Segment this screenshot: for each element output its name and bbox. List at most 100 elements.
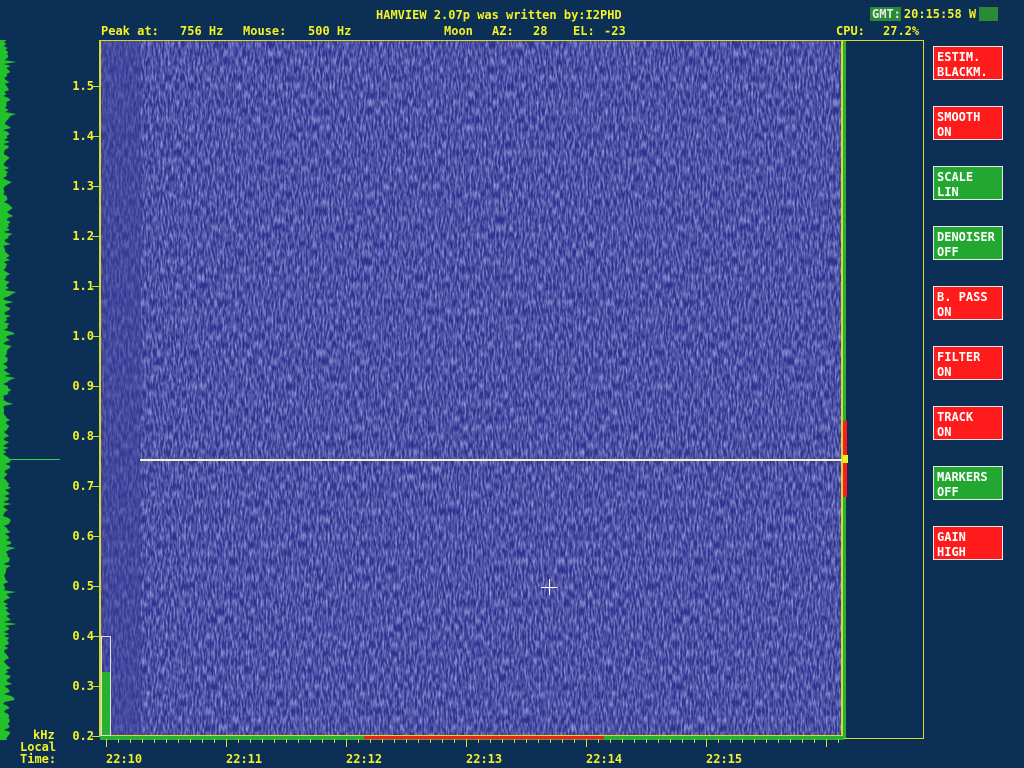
- time-tick-mark: [202, 739, 203, 743]
- side-level-panel: [842, 40, 924, 739]
- gain-button[interactable]: GAIN HIGH: [933, 526, 1003, 560]
- frequency-tick-mark: [92, 586, 100, 587]
- denoiser-button-state: OFF: [937, 245, 959, 259]
- time-tick-mark: [130, 739, 131, 743]
- gain-button-state: HIGH: [937, 545, 966, 559]
- peak-label: Peak at:: [101, 24, 159, 38]
- scale-button[interactable]: SCALE LIN: [933, 166, 1003, 200]
- bpass-button-state: ON: [937, 305, 952, 319]
- time-tick-mark: [358, 739, 359, 743]
- time-tick-mark: [190, 739, 191, 743]
- time-tick-mark: [418, 739, 419, 743]
- frequency-tick-mark: [92, 386, 100, 387]
- time-tick-mark: [442, 739, 443, 743]
- frequency-tick-label: 0.7: [72, 479, 94, 493]
- time-tick-mark: [646, 739, 647, 743]
- denoiser-button[interactable]: DENOISER OFF: [933, 226, 1003, 260]
- frequency-tick-label: 1.3: [72, 179, 94, 193]
- filter-button[interactable]: FILTER ON: [933, 346, 1003, 380]
- estim-button[interactable]: ESTIM. BLACKM.: [933, 46, 1003, 80]
- track-button[interactable]: TRACK ON: [933, 406, 1003, 440]
- time-tick-mark: [670, 739, 671, 743]
- frequency-tick-mark: [92, 336, 100, 337]
- denoiser-button-label: DENOISER: [937, 230, 995, 244]
- time-tick-mark: [262, 739, 263, 743]
- time-tick-mark: [826, 739, 827, 747]
- time-tick-mark: [838, 739, 839, 743]
- frequency-tick-mark: [92, 86, 100, 87]
- time-tick-mark: [778, 739, 779, 743]
- time-tick-mark: [322, 739, 323, 743]
- time-tick-mark: [394, 739, 395, 743]
- markers-button[interactable]: MARKERS OFF: [933, 466, 1003, 500]
- waterfall-display[interactable]: [100, 40, 842, 736]
- time-tick-mark: [790, 739, 791, 743]
- track-button-label: TRACK: [937, 410, 974, 424]
- time-tick-mark: [238, 739, 239, 743]
- side-peak-marker: [843, 455, 848, 463]
- spectrum-profile-trace: [0, 40, 17, 740]
- markers-button-label: MARKERS: [937, 470, 988, 484]
- time-tick-mark: [274, 739, 275, 743]
- peak-marker-line: [10, 459, 60, 460]
- time-tick-mark: [562, 739, 563, 743]
- time-tick-mark: [586, 739, 587, 747]
- time-tick-mark: [454, 739, 455, 743]
- time-tick-mark: [514, 739, 515, 743]
- frequency-tick-label: 0.2: [72, 729, 94, 743]
- frequency-tick-label: 1.1: [72, 279, 94, 293]
- app-title: HAMVIEW 2.07p was written by:I2PHD: [376, 8, 622, 22]
- time-tick-mark: [466, 739, 467, 747]
- time-tick-mark: [226, 739, 227, 747]
- frequency-tick-label: 0.8: [72, 429, 94, 443]
- spectrum-profile: [0, 40, 17, 740]
- gain-button-label: GAIN: [937, 530, 966, 544]
- time-tick-mark: [502, 739, 503, 743]
- time-tick-mark: [766, 739, 767, 743]
- cpu-label: CPU:: [836, 24, 865, 38]
- time-label: Time:: [20, 752, 57, 766]
- el-value: -23: [604, 24, 626, 38]
- smooth-button[interactable]: SMOOTH ON: [933, 106, 1003, 140]
- frequency-tick-mark: [92, 286, 100, 287]
- crosshair-cursor-v: [549, 579, 550, 595]
- time-tick-mark: [526, 739, 527, 743]
- frequency-tick-mark: [92, 236, 100, 237]
- time-tick-mark: [334, 739, 335, 743]
- time-tick-mark: [430, 739, 431, 743]
- time-tick-mark: [622, 739, 623, 743]
- signal-level-fill: [102, 672, 110, 735]
- frequency-tick-label: 0.9: [72, 379, 94, 393]
- estim-button-state: BLACKM.: [937, 65, 988, 79]
- bpass-button[interactable]: B. PASS ON: [933, 286, 1003, 320]
- smooth-button-label: SMOOTH: [937, 110, 981, 124]
- time-tick-label: 22:11: [226, 752, 263, 766]
- time-tick-mark: [166, 739, 167, 743]
- time-tick-mark: [154, 739, 155, 743]
- mouse-label: Mouse:: [243, 24, 287, 38]
- time-tick-mark: [634, 739, 635, 743]
- time-tick-mark: [718, 739, 719, 743]
- time-tick-mark: [142, 739, 143, 743]
- frequency-tick-label: 1.5: [72, 79, 94, 93]
- frequency-tick-label: 0.6: [72, 529, 94, 543]
- cpu-value: 27.2%: [883, 24, 920, 38]
- frequency-tick-label: 1.0: [72, 329, 94, 343]
- scale-button-label: SCALE: [937, 170, 974, 184]
- time-tick-mark: [730, 739, 731, 743]
- time-tick-mark: [598, 739, 599, 743]
- time-tick-mark: [106, 739, 107, 747]
- time-tick-mark: [250, 739, 251, 743]
- estim-button-label: ESTIM.: [937, 50, 981, 64]
- time-tick-mark: [802, 739, 803, 743]
- smooth-button-state: ON: [937, 125, 952, 139]
- time-tick-mark: [346, 739, 347, 747]
- time-tick-label: 22:10: [106, 752, 143, 766]
- time-tick-mark: [298, 739, 299, 743]
- time-tick-mark: [286, 739, 287, 743]
- signal-level-meter: [101, 636, 111, 736]
- bpass-button-label: B. PASS: [937, 290, 988, 304]
- filter-button-state: ON: [937, 365, 952, 379]
- signal-trace: [140, 459, 842, 461]
- time-tick-label: 22:13: [466, 752, 503, 766]
